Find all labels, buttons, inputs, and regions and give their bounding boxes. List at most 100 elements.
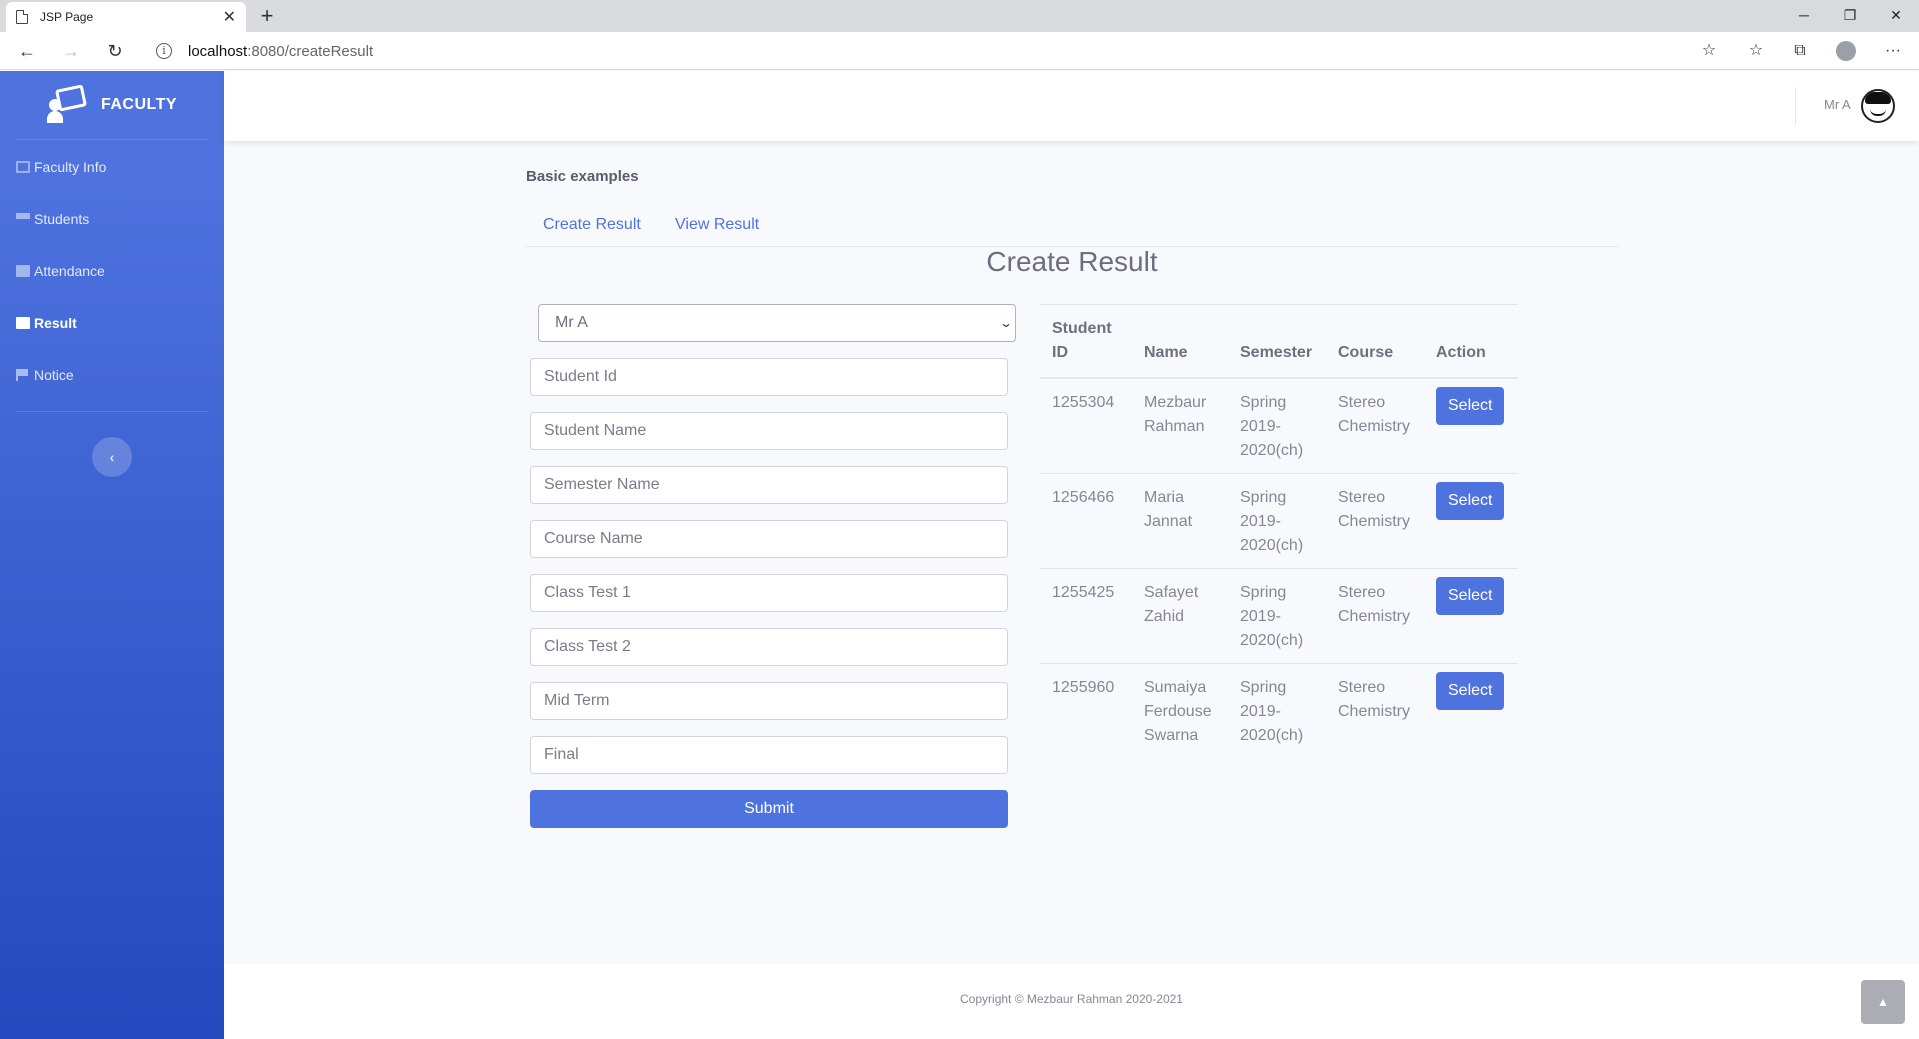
sidebar-divider xyxy=(16,411,208,412)
sidebar-brand[interactable]: FACULTY xyxy=(0,71,224,139)
favorite-star-icon[interactable]: ☆ xyxy=(1698,40,1720,62)
sidebar: FACULTY Faculty Info Students Attendance… xyxy=(0,71,224,1039)
more-menu-icon[interactable]: ··· xyxy=(1882,40,1904,62)
page-icon xyxy=(16,10,28,24)
cell-course: Stereo Chemistry xyxy=(1326,568,1424,664)
cell-student-id: 1255304 xyxy=(1052,394,1115,411)
sidebar-item-label: Attendance xyxy=(34,263,105,279)
teacher-icon xyxy=(46,84,87,125)
restore-button[interactable]: ❐ xyxy=(1827,0,1873,30)
back-button[interactable]: ← xyxy=(14,38,40,64)
new-tab-button[interactable]: + xyxy=(254,3,280,29)
cell-course: Stereo Chemistry xyxy=(1326,473,1424,569)
cell-semester: Spring 2019-2020(ch) xyxy=(1240,394,1304,459)
cell-course: Stereo Chemistry xyxy=(1338,394,1411,435)
sidebar-divider xyxy=(16,139,208,140)
site-info-icon[interactable]: i xyxy=(156,43,172,59)
column-header-action: Action xyxy=(1424,304,1518,379)
class-test-1-input[interactable] xyxy=(530,574,1008,612)
column-header-student-id: Student ID xyxy=(1040,304,1132,379)
result-tabs: Create Result View Result xyxy=(526,214,1618,247)
cell-action: Select xyxy=(1424,378,1518,474)
profile-icon[interactable] xyxy=(1835,40,1857,62)
table-row: 1256466 Maria Jannat Spring 2019-2020(ch… xyxy=(1040,473,1518,569)
calendar-icon xyxy=(16,265,30,277)
table-row: 1255304 Mezbaur Rahman Spring 2019-2020(… xyxy=(1040,378,1518,474)
avatar[interactable] xyxy=(1861,89,1895,123)
column-header-course: Course xyxy=(1326,304,1424,379)
select-button[interactable]: Select xyxy=(1436,672,1505,710)
sidebar-item-label: Result xyxy=(34,315,77,331)
cell-name: Mezbaur Rahman xyxy=(1144,394,1207,435)
close-window-button[interactable]: ✕ xyxy=(1873,0,1919,30)
class-test-2-input[interactable] xyxy=(530,628,1008,666)
sidebar-item-faculty-info[interactable]: Faculty Info xyxy=(0,141,224,193)
collections-icon[interactable]: ⧉ xyxy=(1789,40,1811,62)
cell-name: Safayet Zahid xyxy=(1132,568,1228,664)
student-id-input[interactable] xyxy=(530,358,1008,396)
table-row: 1255425 Safayet Zahid Spring 2019-2020(c… xyxy=(1040,568,1518,664)
semester-name-input[interactable] xyxy=(530,466,1008,504)
page-title: Create Result xyxy=(986,246,1158,277)
flag-icon xyxy=(16,369,30,381)
submit-button[interactable]: Submit xyxy=(530,790,1008,828)
cell-student-id: 1255425 xyxy=(1040,568,1132,664)
chevron-down-icon: ⌄ xyxy=(998,316,1014,330)
favorites-icon[interactable]: ☆ xyxy=(1745,40,1767,62)
course-name-input[interactable] xyxy=(530,520,1008,558)
cell-action: Select xyxy=(1424,663,1518,758)
sidebar-item-students[interactable]: Students xyxy=(0,193,224,245)
final-input[interactable] xyxy=(530,736,1008,774)
student-name-input[interactable] xyxy=(530,412,1008,450)
sidebar-item-label: Students xyxy=(34,211,90,227)
browser-tabbar: JSP Page ✕ + ─ ❐ ✕ xyxy=(0,0,1919,32)
id-card-icon xyxy=(16,161,30,173)
sidebar-item-result[interactable]: Result xyxy=(0,297,224,349)
cell-semester: Spring 2019-2020(ch) xyxy=(1228,568,1326,664)
select-button[interactable]: Select xyxy=(1436,482,1505,520)
table-header-row: Student ID Name Semester Course Action xyxy=(1040,304,1518,379)
browser-toolbar: ← → ↻ i localhost:8080/createResult ☆ ☆ … xyxy=(0,32,1919,70)
cell-course: Stereo Chemistry xyxy=(1326,663,1424,758)
graduation-cap-icon xyxy=(16,213,30,225)
faculty-select-value: Mr A xyxy=(555,314,588,331)
tab-create-result[interactable]: Create Result xyxy=(543,216,641,234)
url-host: localhost xyxy=(188,42,248,60)
column-header-semester: Semester xyxy=(1228,304,1326,379)
cell-name: Maria Jannat xyxy=(1132,473,1228,569)
copyright-text: Copyright © Mezbaur Rahman 2020-2021 xyxy=(960,992,1183,1006)
cell-name: Sumaiya Ferdouse Swarna xyxy=(1132,663,1228,758)
forward-button[interactable]: → xyxy=(58,38,84,64)
close-tab-icon[interactable]: ✕ xyxy=(223,7,236,27)
students-table: Student ID Name Semester Course Action 1… xyxy=(1040,304,1518,758)
sidebar-item-label: Faculty Info xyxy=(34,159,107,175)
address-bar[interactable]: i localhost:8080/createResult xyxy=(144,36,1728,66)
tab-view-result[interactable]: View Result xyxy=(675,216,759,234)
mid-term-input[interactable] xyxy=(530,682,1008,720)
cell-semester: Spring 2019-2020(ch) xyxy=(1228,663,1326,758)
column-header-name: Name xyxy=(1132,304,1228,379)
footer: Copyright © Mezbaur Rahman 2020-2021 xyxy=(224,964,1919,1039)
sidebar-toggle-button[interactable]: ‹ xyxy=(92,437,132,477)
topbar: Mr A xyxy=(224,71,1919,141)
cell-action: Select xyxy=(1424,473,1518,569)
browser-tab[interactable]: JSP Page ✕ xyxy=(6,2,246,32)
topbar-divider xyxy=(1795,87,1796,125)
user-name[interactable]: Mr A xyxy=(1824,97,1851,112)
sidebar-item-label: Notice xyxy=(34,367,74,383)
minimize-button[interactable]: ─ xyxy=(1781,0,1827,30)
brand-label: FACULTY xyxy=(100,96,178,113)
url-path: :8080/createResult xyxy=(247,42,374,60)
cell-action: Select xyxy=(1424,568,1518,664)
cell-student-id: 1256466 xyxy=(1040,473,1132,569)
table-row: 1255960 Sumaiya Ferdouse Swarna Spring 2… xyxy=(1040,663,1518,758)
select-button[interactable]: Select xyxy=(1436,387,1505,425)
reload-button[interactable]: ↻ xyxy=(102,38,128,64)
sidebar-item-notice[interactable]: Notice xyxy=(0,349,224,401)
section-title: Basic examples xyxy=(526,168,639,185)
select-button[interactable]: Select xyxy=(1436,577,1505,615)
tab-title: JSP Page xyxy=(40,10,94,24)
scroll-to-top-button[interactable]: ▲ xyxy=(1861,980,1905,1024)
sidebar-item-attendance[interactable]: Attendance xyxy=(0,245,224,297)
faculty-select[interactable]: Mr A ⌄ xyxy=(538,304,1016,342)
